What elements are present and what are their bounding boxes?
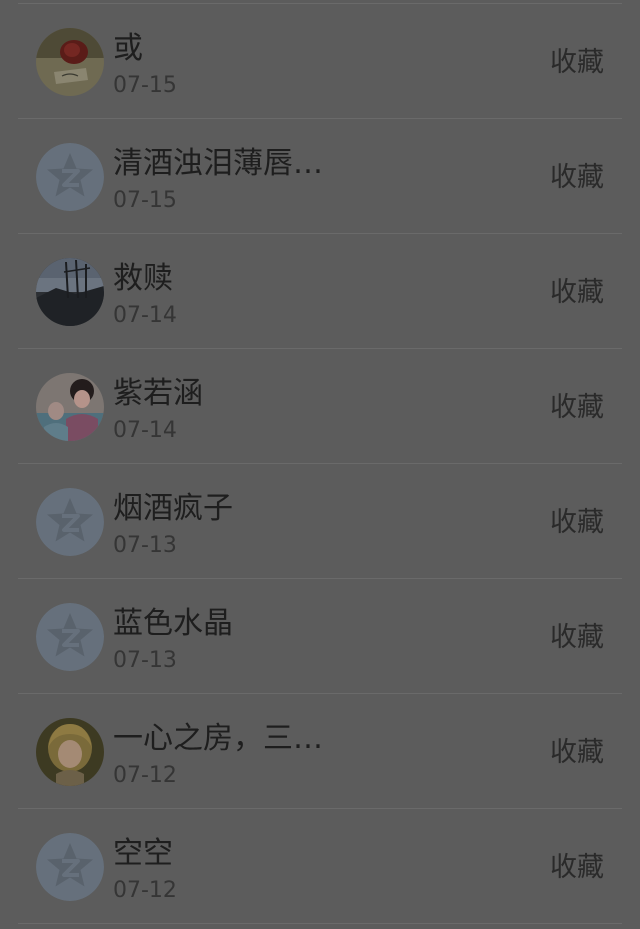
contact-name: 蓝色水晶 [113, 606, 233, 641]
default-qq-avatar-icon [36, 833, 104, 901]
contact-date: 07-13 [113, 648, 177, 673]
contact-name: 烟酒疯子 [113, 491, 233, 526]
list-item[interactable]: 清酒浊泪薄唇… 07-15 收藏 [0, 119, 640, 234]
favorite-button[interactable]: 收藏 [550, 736, 604, 770]
list-item[interactable]: 烟酒疯子 07-13 收藏 [0, 464, 640, 579]
landscape-photo-icon [36, 258, 104, 326]
contact-name: 或 [113, 31, 143, 66]
favorite-button[interactable]: 收藏 [550, 391, 604, 425]
contact-date: 07-14 [113, 418, 177, 443]
avatar[interactable] [36, 373, 104, 441]
contact-name: 清酒浊泪薄唇… [113, 146, 323, 181]
contact-name: 紫若涵 [113, 376, 203, 411]
avatar[interactable] [36, 488, 104, 556]
avatar[interactable] [36, 718, 104, 786]
avatar[interactable] [36, 603, 104, 671]
contact-date: 07-13 [113, 533, 177, 558]
list-item[interactable]: 蓝色水晶 07-13 收藏 [0, 579, 640, 694]
contact-name: 空空 [113, 836, 173, 871]
avatar[interactable] [36, 143, 104, 211]
contact-name: 救赎 [113, 261, 173, 296]
favorite-button[interactable]: 收藏 [550, 506, 604, 540]
rose-photo-icon [36, 28, 104, 96]
favorite-button[interactable]: 收藏 [550, 276, 604, 310]
contact-list: 或 07-15 收藏 清酒浊泪薄唇… 07-15 收藏 救赎 07-14 收藏 … [0, 0, 640, 929]
list-item[interactable]: 紫若涵 07-14 收藏 [0, 349, 640, 464]
contact-date: 07-15 [113, 73, 177, 98]
list-item[interactable]: 救赎 07-14 收藏 [0, 234, 640, 349]
list-item[interactable]: 或 07-15 收藏 [0, 4, 640, 119]
favorite-button[interactable]: 收藏 [550, 851, 604, 885]
contact-date: 07-12 [113, 763, 177, 788]
list-item[interactable]: 一心之房，三… 07-12 收藏 [0, 694, 640, 809]
contact-date: 07-15 [113, 188, 177, 213]
list-item[interactable]: 空空 07-12 收藏 [0, 809, 640, 924]
favorite-button[interactable]: 收藏 [550, 161, 604, 195]
contact-name: 一心之房，三… [113, 721, 323, 756]
divider [18, 923, 622, 924]
avatar[interactable] [36, 28, 104, 96]
default-qq-avatar-icon [36, 143, 104, 211]
avatar[interactable] [36, 258, 104, 326]
favorite-button[interactable]: 收藏 [550, 621, 604, 655]
default-qq-avatar-icon [36, 603, 104, 671]
avatar[interactable] [36, 833, 104, 901]
portrait-photo-icon [36, 718, 104, 786]
contact-date: 07-14 [113, 303, 177, 328]
favorite-button[interactable]: 收藏 [550, 46, 604, 80]
girl-photo-icon [36, 373, 104, 441]
default-qq-avatar-icon [36, 488, 104, 556]
contact-date: 07-12 [113, 878, 177, 903]
